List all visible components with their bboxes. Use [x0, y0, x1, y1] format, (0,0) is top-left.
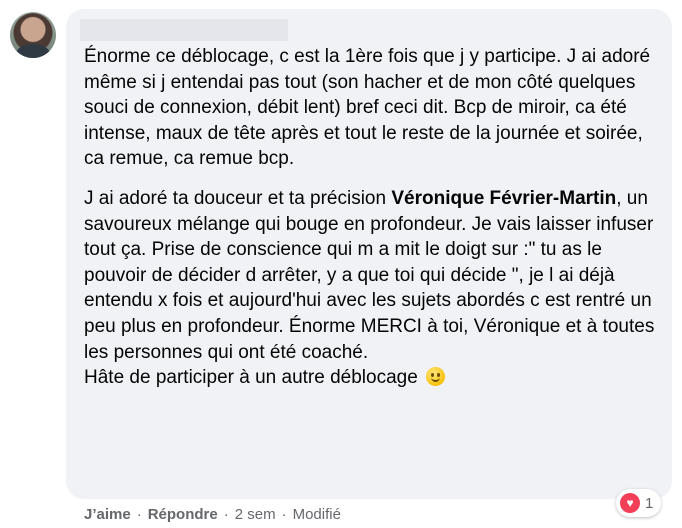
separator: · — [223, 506, 229, 523]
comment-paragraph-2: J ai adoré ta douceur et ta précision Vé… — [84, 186, 662, 391]
mention-link[interactable]: Véronique Février-Martin — [391, 188, 616, 209]
slightly-smiling-face-emoji-icon — [426, 367, 446, 387]
reply-button[interactable]: Répondre — [148, 506, 218, 523]
reaction-count: 1 — [645, 494, 654, 512]
reaction-summary[interactable]: ♥ 1 — [616, 489, 662, 517]
heart-icon: ♥ — [620, 493, 640, 513]
comment-actions: J’aime · Répondre · 2 sem · Modifié — [84, 506, 341, 523]
separator: · — [136, 506, 142, 523]
author-name-redacted[interactable] — [80, 19, 288, 41]
like-button[interactable]: J’aime — [84, 506, 131, 523]
edited-label[interactable]: Modifié — [293, 506, 341, 523]
comment-text-segment: J ai adoré ta douceur et ta précision — [84, 187, 392, 209]
timestamp-link[interactable]: 2 sem — [235, 506, 276, 523]
comment-text: Énorme ce déblocage, c est la 1ère fois … — [84, 44, 662, 391]
comment-text-segment: , un savoureux mélange qui bouge en prof… — [84, 187, 655, 363]
comment-paragraph-1: Énorme ce déblocage, c est la 1ère fois … — [84, 46, 651, 170]
comment-text-segment: Hâte de participer à un autre déblocage — [84, 367, 418, 389]
separator: · — [281, 506, 287, 523]
avatar[interactable] — [10, 12, 56, 58]
